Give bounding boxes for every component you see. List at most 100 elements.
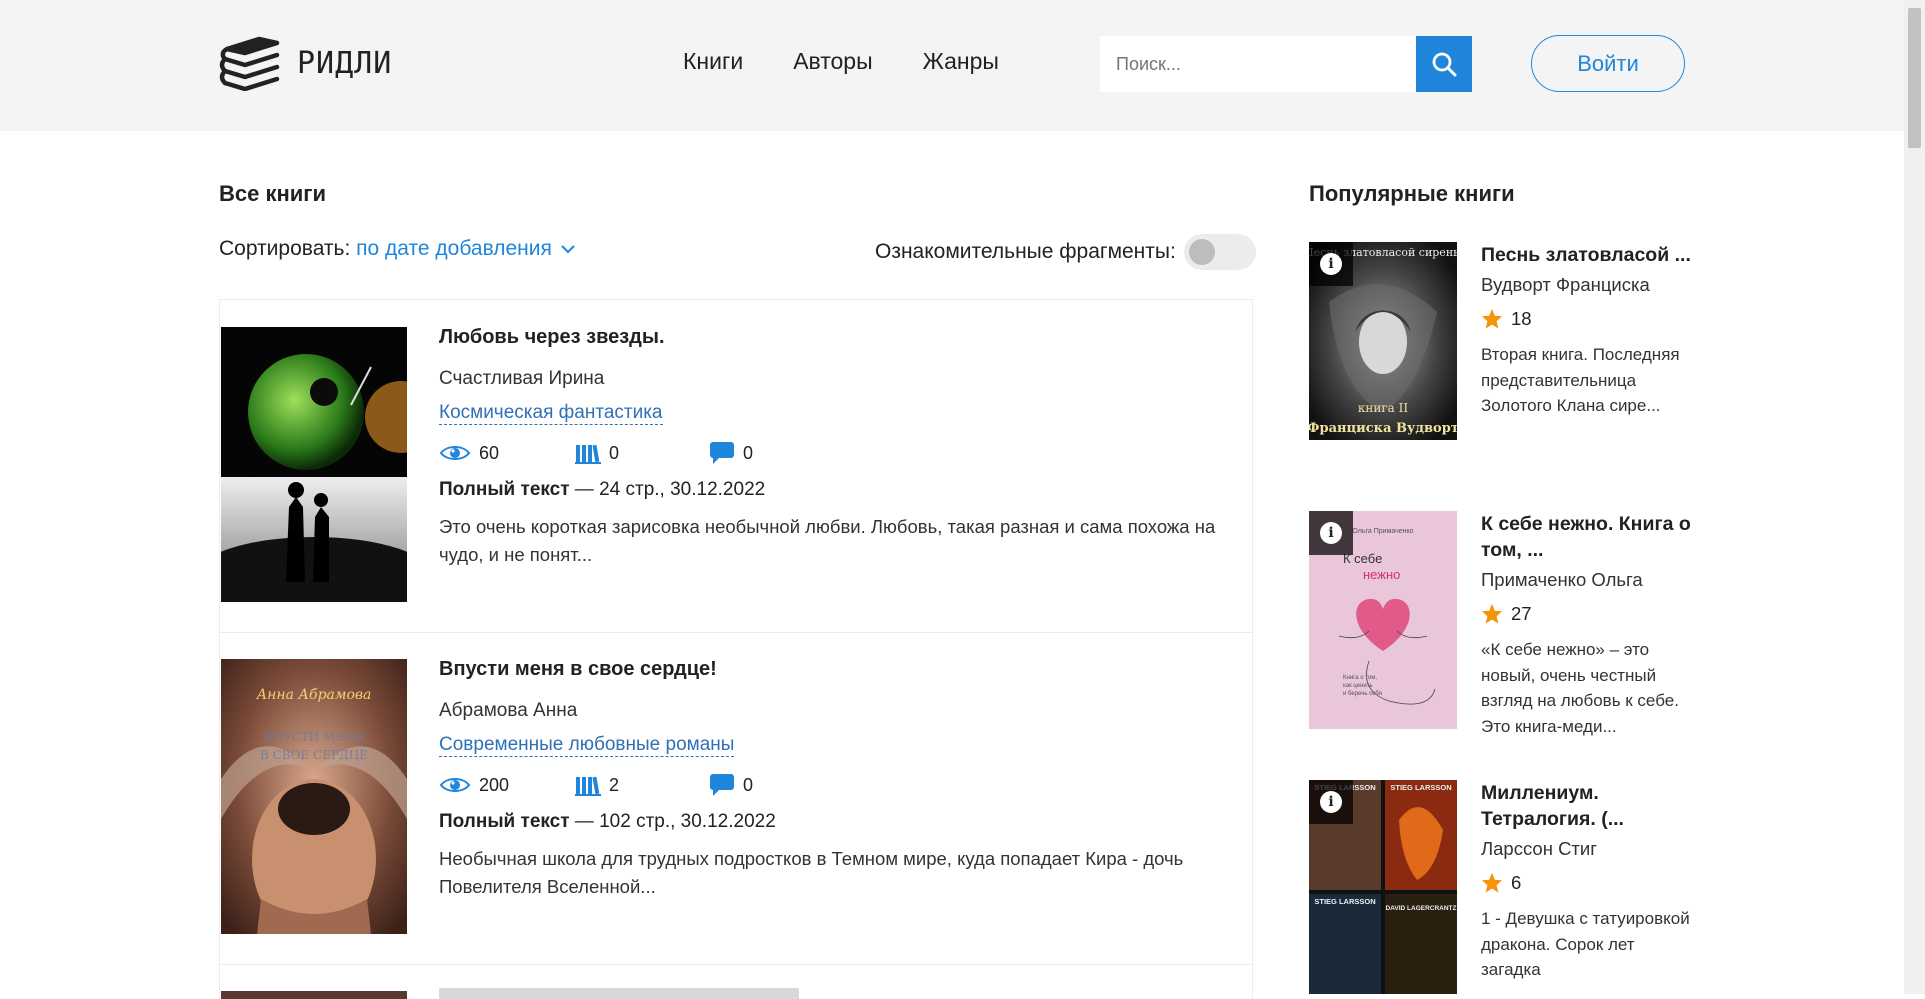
popular-rating: 27	[1481, 603, 1691, 625]
comment-icon	[710, 442, 734, 464]
cover-author-text: Ольга Примаченко	[1352, 528, 1413, 535]
book-meta: Полный текст — 102 стр., 30.12.2022	[439, 811, 1239, 833]
sort-dropdown[interactable]: по дате добавления	[356, 237, 576, 260]
nav-books[interactable]: Книги	[683, 48, 743, 75]
libraries-count: 0	[609, 442, 620, 463]
cover-author-3: STIEG LARSSON	[1314, 897, 1375, 906]
info-icon: i	[1320, 253, 1342, 275]
comments-stat: 0	[709, 773, 753, 797]
popular-cover[interactable]: Ольга Примаченко К себе нежно Книга о то…	[1309, 511, 1457, 729]
pages-date: — 102 стр., 30.12.2022	[569, 811, 776, 832]
views-count: 60	[479, 442, 500, 463]
popular-book: Песнь златовласой сирены книга II Франци…	[1309, 242, 1691, 482]
search-box	[1100, 36, 1472, 92]
rating-value: 27	[1511, 603, 1532, 624]
fragments-toggle[interactable]	[1183, 234, 1256, 270]
cover-author-text: Франциска Вудворт	[1309, 421, 1457, 436]
book-info: Впусти меня в свое сердце! Абрамова Анна…	[439, 658, 1239, 901]
views-stat: 60	[439, 443, 529, 464]
cover-title-accent: нежно	[1363, 567, 1400, 582]
comments-count: 0	[743, 442, 754, 463]
info-icon: i	[1320, 791, 1342, 813]
popular-author[interactable]: Примаченко Ольга	[1481, 569, 1691, 591]
popular-info: Песнь златовласой ... Вудворт Франциска …	[1481, 242, 1691, 419]
nav-genres[interactable]: Жанры	[923, 48, 999, 75]
book-meta: Полный текст — 24 стр., 30.12.2022	[439, 479, 1239, 501]
eye-icon	[439, 778, 471, 792]
popular-cover[interactable]: STIEG LARSSON STIEG LARSSON STIEG LARSSO…	[1309, 780, 1457, 994]
book-title[interactable]: Любовь через звезды.	[439, 326, 1239, 349]
book-title[interactable]: Впусти меня в свое сердце!	[439, 658, 1239, 681]
rating-value: 6	[1511, 872, 1522, 893]
book-description: Необычная школа для трудных подростков в…	[439, 848, 1184, 897]
sort-control: Сортировать: по дате добавления	[219, 237, 576, 261]
popular-info: Миллениум. Тетралогия. (... Ларссон Стиг…	[1481, 780, 1691, 983]
search-button[interactable]	[1416, 36, 1472, 92]
book-cover[interactable]	[221, 327, 407, 602]
popular-rating: 6	[1481, 872, 1691, 894]
star-icon	[1481, 308, 1503, 329]
fragments-label: Ознакомительные фрагменты:	[875, 240, 1176, 263]
views-count: 200	[479, 774, 510, 795]
comments-count: 0	[743, 774, 754, 795]
popular-title[interactable]: Миллениум. Тетралогия. (...	[1481, 780, 1691, 832]
text-type: Полный текст	[439, 811, 570, 832]
popular-description: Вторая книга. Последняя представительниц…	[1481, 345, 1680, 415]
cover-author-text: Анна Абрамова	[256, 687, 372, 703]
page-title: Все книги	[219, 181, 326, 206]
cover-author-2: STIEG LARSSON	[1390, 783, 1451, 792]
book-cover-image	[221, 327, 407, 602]
books-stack-icon	[219, 36, 280, 91]
text-type: Полный текст	[439, 479, 570, 500]
book-list: Любовь через звезды. Счастливая Ирина Ко…	[219, 299, 1253, 999]
rating-value: 18	[1511, 308, 1532, 329]
star-icon	[1481, 872, 1503, 893]
popular-title[interactable]: К себе нежно. Книга о том, ...	[1481, 511, 1691, 563]
book-item: Любовь через звезды. Счастливая Ирина Ко…	[220, 300, 1252, 633]
popular-author[interactable]: Вудворт Франциска	[1481, 274, 1691, 296]
scrollbar-thumb[interactable]	[1908, 8, 1921, 148]
comment-icon	[710, 774, 734, 796]
sort-label: Сортировать:	[219, 237, 351, 260]
popular-description: «К себе нежно» – это новый, очень честны…	[1481, 640, 1679, 736]
popular-cover[interactable]: Песнь златовласой сирены книга II Франци…	[1309, 242, 1457, 440]
views-stat: 200	[439, 775, 529, 796]
popular-title[interactable]: Песнь златовласой ...	[1481, 242, 1691, 268]
cover-author-4: DAVID LAGERCRANTZ	[1385, 905, 1456, 912]
info-button[interactable]: i	[1309, 511, 1353, 555]
library-icon	[575, 776, 601, 796]
nav-authors[interactable]: Авторы	[793, 48, 872, 75]
book-stats: 60 0 0	[439, 441, 1239, 465]
cover-subtitle-line1: Книга о том,	[1343, 675, 1377, 681]
fragments-filter: Ознакомительные фрагменты:	[875, 234, 1256, 270]
book-author[interactable]: Счастливая Ирина	[439, 368, 1239, 390]
book-genre[interactable]: Космическая фантастика	[439, 402, 663, 425]
search-input[interactable]	[1100, 36, 1416, 92]
book-cover-image: Анна Абрамова ВПУСТИ МЕНЯ В СВОЕ СЕРДЦЕ	[221, 659, 407, 934]
page-scrollbar[interactable]	[1904, 0, 1925, 994]
book-cover[interactable]	[221, 991, 407, 999]
chevron-down-icon	[561, 245, 575, 254]
library-icon	[575, 444, 601, 464]
popular-info: К себе нежно. Книга о том, ... Примаченк…	[1481, 511, 1691, 739]
info-button[interactable]: i	[1309, 242, 1353, 286]
logo[interactable]: РИДЛИ	[219, 35, 392, 91]
book-stats: 200 2 0	[439, 773, 1239, 797]
libraries-stat: 0	[575, 442, 663, 464]
login-button[interactable]: Войти	[1531, 35, 1685, 92]
book-description: Это очень короткая зарисовка необычной л…	[439, 516, 1216, 565]
popular-rating: 18	[1481, 308, 1691, 330]
book-author[interactable]: Абрамова Анна	[439, 700, 1239, 722]
cover-subtitle-line3: и беречь себя	[1343, 691, 1382, 697]
book-genre[interactable]: Современные любовные романы	[439, 734, 735, 757]
popular-description: 1 - Девушка с татуировкой дракона. Сорок…	[1481, 909, 1690, 979]
book-cover[interactable]: Анна Абрамова ВПУСТИ МЕНЯ В СВОЕ СЕРДЦЕ	[221, 659, 407, 934]
cover-title-line1: ВПУСТИ МЕНЯ	[264, 730, 365, 744]
popular-author[interactable]: Ларссон Стиг	[1481, 838, 1691, 860]
sort-value: по дате добавления	[356, 237, 552, 260]
info-button[interactable]: i	[1309, 780, 1353, 824]
cover-title-line2: В СВОЕ СЕРДЦЕ	[260, 748, 368, 762]
cover-subtitle-text: книга II	[1358, 401, 1408, 415]
star-icon	[1481, 603, 1503, 624]
cover-subtitle-line2: как ценить	[1343, 683, 1373, 689]
